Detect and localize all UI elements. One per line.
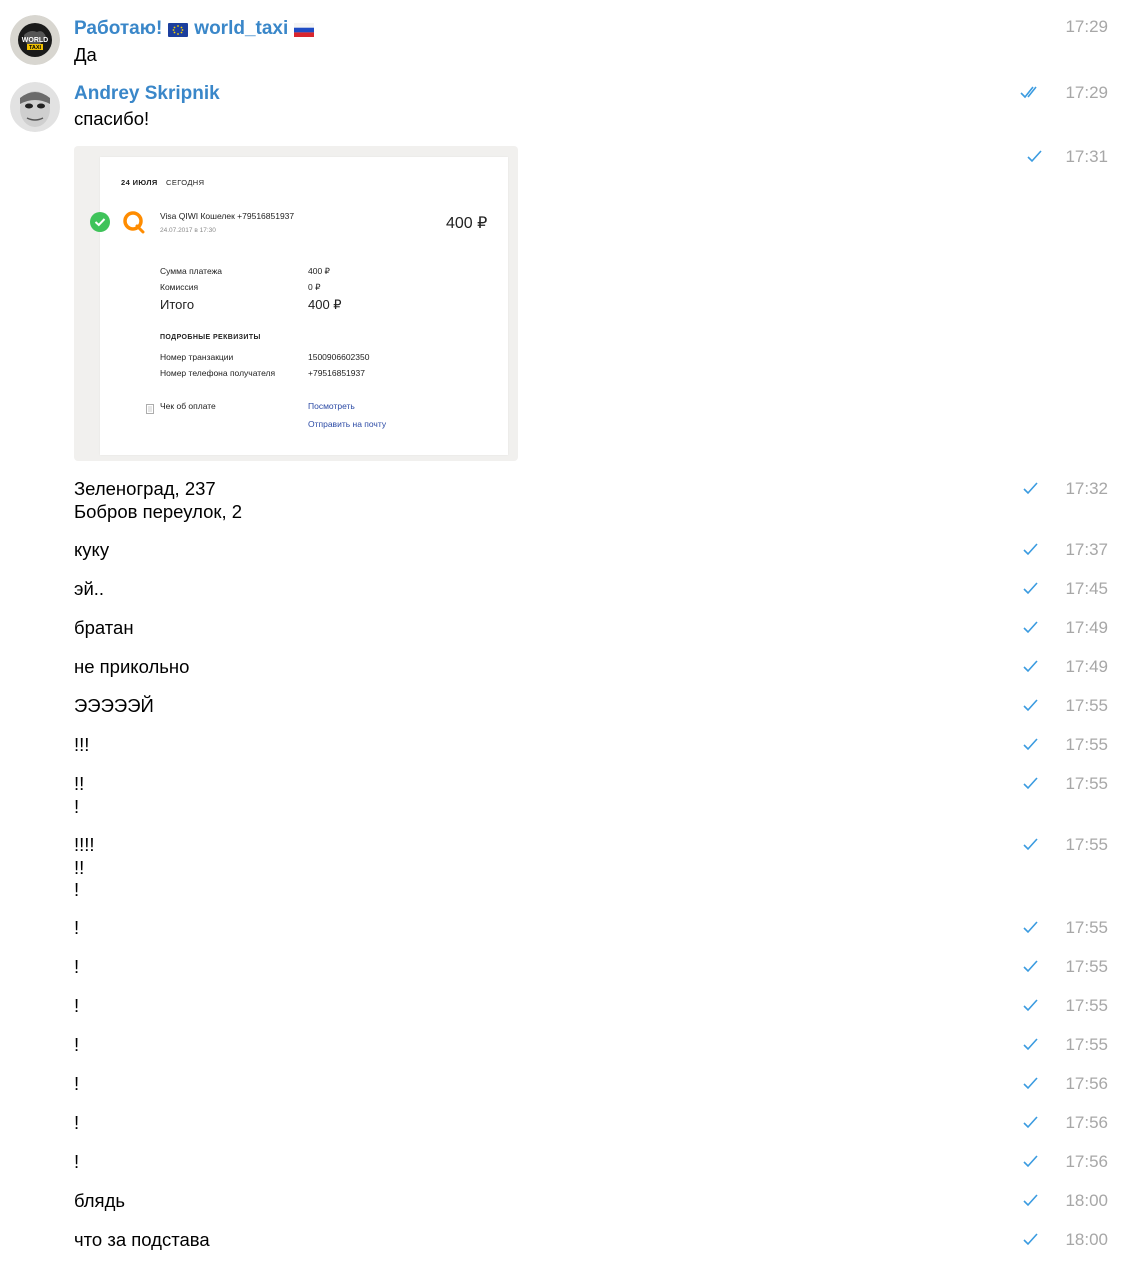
receipt-title: Visa QIWI Кошелек +79516851937 (160, 211, 295, 221)
message-time: 17:55 (1065, 918, 1108, 937)
double-check-icon (1020, 85, 1042, 101)
message-text: что за подстава (74, 1229, 210, 1250)
message-text: !!!! !! ! (74, 834, 95, 900)
message-time: 17:32 (1065, 479, 1108, 498)
single-check-icon (1020, 542, 1042, 558)
single-check-icon (1020, 620, 1042, 636)
single-check-icon (1020, 481, 1042, 497)
message-text: ! (74, 995, 80, 1016)
single-check-icon (1020, 698, 1042, 714)
message-text: куку (74, 539, 110, 560)
receipt-date: 24 ИЮЛЯ (121, 178, 158, 187)
receipt-detail-label: Номер транзакции (160, 352, 234, 362)
single-check-icon (1020, 1115, 1042, 1131)
single-check-icon (1020, 659, 1042, 675)
document-icon (146, 401, 154, 419)
receipt-send-link[interactable]: Отправить на почту (308, 419, 386, 429)
message-time: 17:55 (1065, 774, 1108, 793)
receipt-image[interactable]: 24 ИЮЛЯ СЕГОДНЯ Visa QIWI Кошелек +79516… (74, 146, 518, 461)
single-check-icon (1020, 1076, 1042, 1092)
svg-text:WORLD: WORLD (22, 37, 48, 44)
message-text: спасибо! (74, 108, 150, 129)
message-time: 17:55 (1065, 957, 1108, 976)
avatar-world-taxi[interactable]: WORLD TAXI (10, 15, 60, 65)
message-time: 17:56 (1065, 1113, 1108, 1132)
message-text: !!! (74, 734, 90, 755)
sender-name-world-taxi[interactable]: Работаю! world_taxi (74, 17, 320, 41)
message-text: эй.. (74, 578, 105, 599)
receipt-detail-value: 1500906602350 (308, 352, 370, 362)
receipt-view-link[interactable]: Посмотреть (308, 401, 355, 411)
qiwi-logo-icon (122, 210, 146, 239)
message-text: ! (74, 917, 80, 938)
receipt-row-label: Итого (160, 297, 195, 312)
russia-flag-icon (294, 20, 315, 37)
single-check-icon (1020, 998, 1042, 1014)
receipt-card: 24 ИЮЛЯ СЕГОДНЯ Visa QIWI Кошелек +79516… (90, 157, 508, 455)
single-check-icon (1024, 149, 1046, 165)
single-check-icon (1020, 737, 1042, 753)
message-time: 17:55 (1065, 696, 1108, 715)
message-text: братан (74, 617, 134, 638)
single-check-icon (1020, 1193, 1042, 1209)
receipt-row-value: 400 ₽ (308, 297, 342, 312)
receipt-row-label: Комиссия (160, 282, 199, 292)
single-check-icon (1020, 920, 1042, 936)
message-time: 18:00 (1065, 1191, 1108, 1210)
message-time: 17:49 (1065, 657, 1108, 676)
message-time: 17:49 (1065, 618, 1108, 637)
message-text: ! (74, 1151, 80, 1172)
message-text: блядь (74, 1190, 126, 1211)
single-check-icon (1020, 776, 1042, 792)
single-check-icon (1020, 1037, 1042, 1053)
single-check-icon (1020, 959, 1042, 975)
message-time: 17:56 (1065, 1074, 1108, 1093)
receipt-row-label: Сумма платежа (160, 266, 223, 276)
receipt-datetime: 24.07.2017 в 17:30 (160, 227, 216, 234)
sender-name-part1: Работаю! (74, 18, 163, 39)
message-text: ЭЭЭЭЭЙ (74, 695, 154, 716)
message-time: 17:29 (1065, 83, 1108, 102)
message-time: 17:29 (1065, 17, 1108, 36)
chat-history: WORLD TAXI Работаю! world_taxi Да 17:29 A… (0, 0, 1124, 1280)
message-time: 17:56 (1065, 1152, 1108, 1171)
sender-name-andrey[interactable]: Andrey Skripnik (74, 82, 220, 106)
single-check-icon (1020, 1232, 1042, 1248)
single-check-icon (1020, 581, 1042, 597)
receipt-detail-label: Номер телефона получателя (160, 368, 276, 378)
message-time: 17:55 (1065, 996, 1108, 1015)
svg-text:TAXI: TAXI (29, 45, 42, 51)
message-text: ! (74, 1112, 80, 1133)
message-text: !! ! (74, 773, 85, 817)
message-time: 17:37 (1065, 540, 1108, 559)
receipt-amount: 400 ₽ (446, 215, 488, 232)
green-check-circle-icon (90, 212, 110, 237)
message-time: 18:00 (1065, 1230, 1108, 1249)
message-time: 17:55 (1065, 835, 1108, 854)
eu-flag-icon (168, 20, 189, 37)
sender-name-part2: world_taxi (194, 18, 289, 39)
message-text: Да (74, 44, 97, 65)
single-check-icon (1020, 1154, 1042, 1170)
message-text: ! (74, 956, 80, 977)
single-check-icon (1020, 837, 1042, 853)
receipt-row-value: 400 ₽ (308, 266, 330, 276)
message-time: 17:55 (1065, 735, 1108, 754)
message-text: Зеленоград, 237 Бобров переулок, 2 (74, 478, 243, 522)
message-time: 17:55 (1065, 1035, 1108, 1054)
message-text: ! (74, 1034, 80, 1055)
message-time: 17:31 (1065, 147, 1108, 166)
receipt-check-label: Чек об оплате (160, 401, 216, 411)
receipt-details-header: ПОДРОБНЫЕ РЕКВИЗИТЫ (160, 334, 261, 341)
receipt-detail-value: +79516851937 (308, 368, 365, 378)
message-text: ! (74, 1073, 80, 1094)
receipt-today: СЕГОДНЯ (166, 178, 205, 187)
receipt-row-value: 0 ₽ (308, 282, 321, 292)
message-text: не прикольно (74, 656, 190, 677)
message-time: 17:45 (1065, 579, 1108, 598)
avatar-andrey-skripnik[interactable] (10, 82, 60, 132)
